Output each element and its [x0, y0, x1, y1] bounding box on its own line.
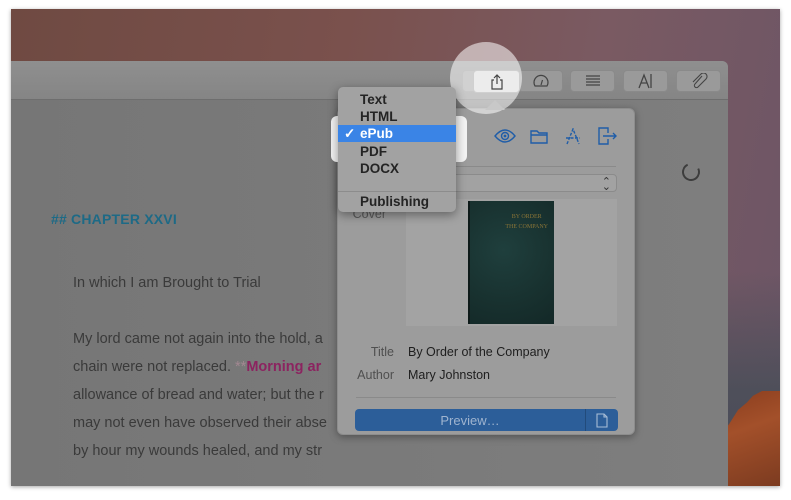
preview-button[interactable]: Preview… [355, 409, 618, 431]
author-label: Author [357, 368, 394, 382]
book-cover-line: BY ORDER [511, 214, 542, 220]
menu-item-label: DOCX [360, 161, 400, 176]
popover-arrow [485, 100, 505, 110]
chapter-subtitle: In which I am Brought to Trial [73, 275, 261, 291]
preview-button-label: Preview… [440, 412, 500, 428]
paragraph-line-text: chain were not replaced. [73, 359, 236, 375]
text-cursor-icon [637, 73, 652, 89]
list-icon [585, 75, 600, 86]
popover-divider [356, 397, 616, 398]
outline-button[interactable] [570, 70, 615, 92]
chapter-heading: ## CHAPTER XXVI [51, 211, 177, 227]
menu-item-epub[interactable]: ✓ ePub [338, 125, 456, 142]
paragraph-line: chain were not replaced. **Morning ar [73, 359, 321, 375]
paragraph-line: My lord came not again into the hold, a [73, 331, 323, 347]
menu-item-label: PDF [360, 144, 387, 159]
menu-item-publishing[interactable]: Publishing [338, 193, 456, 210]
checkmark-icon: ✓ [344, 126, 356, 141]
menu-item-label: Text [360, 92, 387, 107]
title-value[interactable]: By Order of the Company [408, 345, 550, 359]
book-cover-image: BY ORDER THE COMPANY [468, 201, 554, 324]
menu-item-label: ePub [360, 126, 394, 141]
bold-text: Morning ar [246, 359, 322, 375]
typography-button[interactable] [623, 70, 668, 92]
menu-item-label: Publishing [360, 194, 429, 209]
title-label: Title [370, 345, 394, 359]
save-file-button[interactable] [585, 409, 618, 431]
book-cover-line: THE COMPANY [505, 224, 548, 230]
menu-separator [338, 191, 456, 192]
menu-item-label: HTML [360, 109, 398, 124]
eye-icon[interactable] [494, 125, 516, 147]
folder-icon[interactable] [528, 125, 550, 147]
app-store-icon[interactable] [562, 125, 584, 147]
paragraph-line: allowance of bread and water; but the r [73, 387, 324, 403]
menu-item-docx[interactable]: DOCX [338, 160, 456, 177]
paragraph-line: may not even have observed their abse [73, 415, 327, 431]
menu-item-pdf[interactable]: PDF [338, 143, 456, 160]
book-cover-title: BY ORDER THE COMPANY [505, 212, 548, 232]
paperclip-icon [692, 73, 708, 89]
bold-markup: ** [235, 359, 247, 375]
share-icon [490, 73, 503, 90]
export-format-menu: Text HTML ✓ ePub PDF DOCX Publishing [338, 87, 456, 212]
export-actions [494, 125, 618, 147]
menu-item-html[interactable]: HTML [338, 108, 456, 125]
progress-spinner-icon [679, 160, 703, 184]
desktop-screenshot: ## CHAPTER XXVI In which I am Brought to… [11, 9, 780, 486]
export-file-icon[interactable] [596, 125, 618, 147]
statistics-button[interactable] [518, 70, 563, 92]
share-button-active[interactable] [473, 70, 520, 93]
paragraph-line: by hour my wounds healed, and my str [73, 443, 323, 459]
select-chevron-icon: ⌃ ⌄ [601, 176, 611, 193]
cover-drop-area[interactable]: BY ORDER THE COMPANY [406, 199, 617, 326]
menu-item-text[interactable]: Text [338, 91, 456, 108]
author-value[interactable]: Mary Johnston [408, 368, 490, 382]
gauge-icon [532, 74, 549, 87]
document-icon [596, 412, 608, 428]
attachments-button[interactable] [676, 70, 721, 92]
